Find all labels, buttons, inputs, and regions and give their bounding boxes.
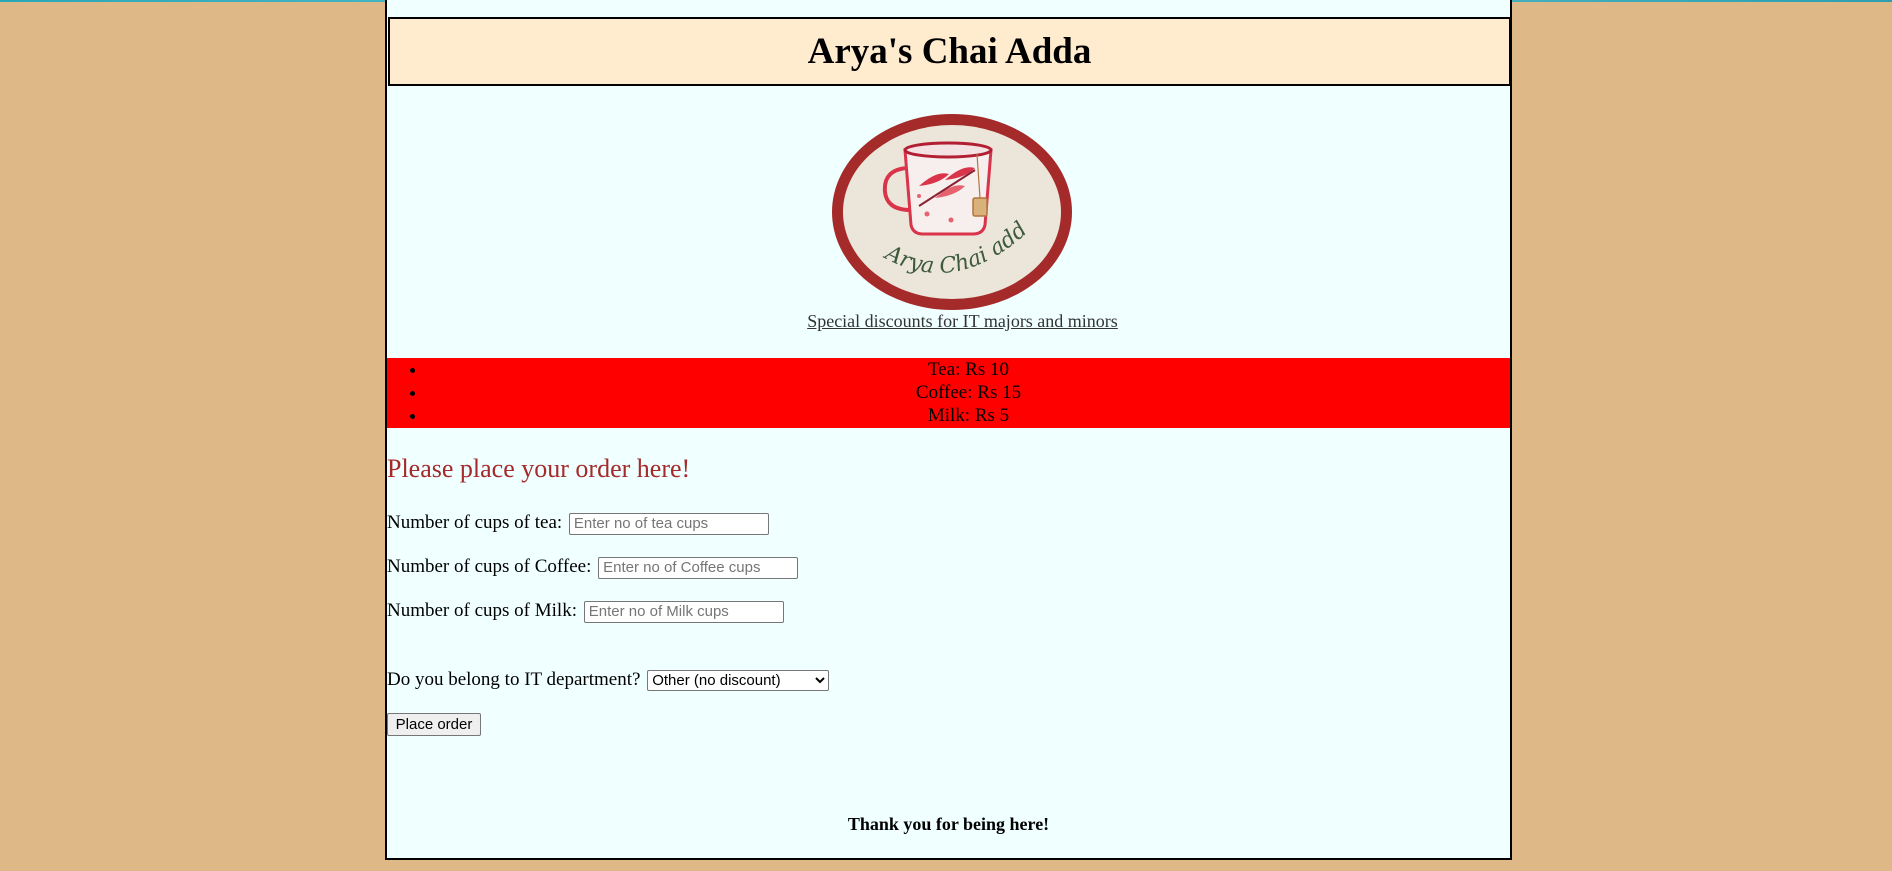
order-heading: Please place your order here! — [387, 454, 691, 483]
tea-cups-input[interactable] — [568, 512, 769, 535]
footer-message: Thank you for being here! — [847, 814, 1050, 834]
logo: Arya Chai adda — [820, 91, 1077, 315]
chai-cup-logo-icon: Arya Chai adda — [820, 91, 1072, 310]
milk-label: Number of cups of Milk: — [387, 600, 577, 621]
milk-cups-input[interactable] — [583, 600, 784, 623]
department-select[interactable]: Other (no discount) — [647, 670, 830, 692]
department-row: Do you belong to IT department? Other (n… — [387, 669, 830, 692]
menu-item-coffee: Coffee: Rs 15 — [427, 381, 1510, 404]
department-label: Do you belong to IT department? — [387, 669, 641, 690]
coffee-row: Number of cups of Coffee: — [387, 556, 799, 579]
price-menu: Tea: Rs 10 Coffee: Rs 15 Milk: Rs 5 — [387, 358, 1510, 428]
place-order-button[interactable]: Place order — [387, 713, 481, 736]
discount-tagline: Special discounts for IT majors and mino… — [807, 311, 1118, 331]
menu-item-tea: Tea: Rs 10 — [427, 358, 1510, 381]
tea-label: Number of cups of tea: — [387, 512, 563, 533]
tea-row: Number of cups of tea: — [387, 512, 769, 535]
page-title: Arya's Chai Adda — [388, 17, 1511, 86]
page-container: Arya's Chai Adda Arya Chai adda — [385, 0, 1512, 860]
menu-item-milk: Milk: Rs 5 — [427, 404, 1510, 427]
milk-row: Number of cups of Milk: — [387, 600, 784, 623]
coffee-label: Number of cups of Coffee: — [387, 556, 592, 577]
coffee-cups-input[interactable] — [598, 556, 799, 579]
